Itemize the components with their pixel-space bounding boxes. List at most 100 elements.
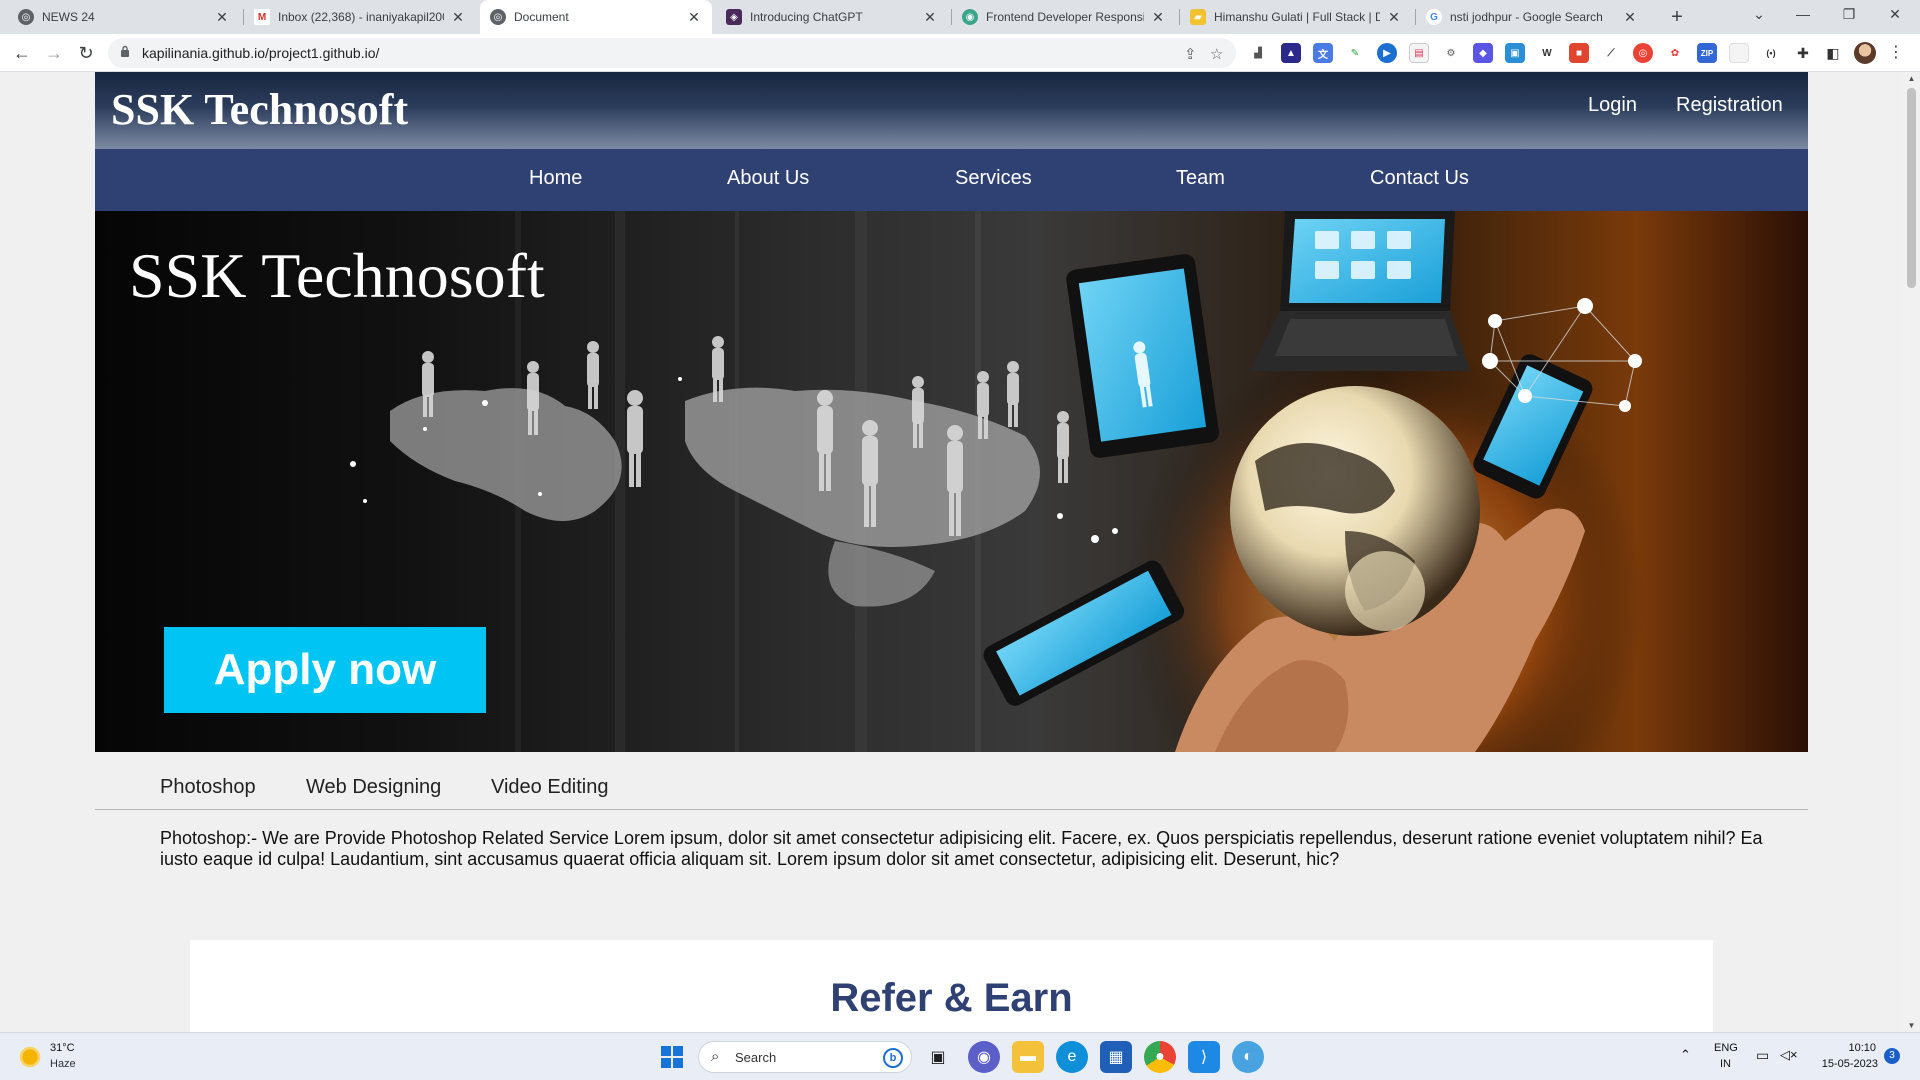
volume-muted-icon[interactable]: ◁× — [1780, 1047, 1798, 1063]
new-tab-button[interactable]: + — [1664, 4, 1690, 30]
address-bar[interactable]: kapilinania.github.io/project1.github.io… — [108, 38, 1236, 68]
service-description: Photoshop:- We are Provide Photoshop Rel… — [160, 828, 1763, 869]
taskbar-search-box[interactable]: ⌕ Search b — [698, 1041, 912, 1073]
tab-google-search[interactable]: G nsti jodhpur - Google Search ✕ — [1416, 0, 1648, 34]
back-arrow-icon[interactable]: ← — [8, 39, 36, 67]
profile-avatar[interactable] — [1854, 42, 1876, 64]
tab-title: Document — [514, 10, 569, 24]
tab-gmail[interactable]: M Inbox (22,368) - inaniyakapil200 ✕ — [244, 0, 476, 34]
close-tab-icon[interactable]: ✕ — [1622, 9, 1638, 26]
windows-taskbar: 31°C Haze ⌕ Search b ▣ ◉ ▬ e ▦ ● ⟩ ◐ ⌃ E… — [0, 1032, 1920, 1080]
tab-title: Inbox (22,368) - inaniyakapil200 — [278, 10, 444, 24]
tab-title: Frontend Developer Responsibi — [986, 10, 1144, 24]
clock-time[interactable]: 10:10 — [1822, 1042, 1876, 1054]
notes-extension-icon[interactable]: ▤ — [1409, 43, 1429, 63]
close-window-icon[interactable]: ✕ — [1872, 0, 1918, 30]
main-nav: Home About Us Services Team Contact Us — [95, 149, 1808, 211]
show-hidden-icons-chevron-icon[interactable]: ⌃ — [1680, 1047, 1691, 1063]
apply-now-button[interactable]: Apply now — [164, 627, 486, 713]
teams-chat-icon[interactable]: ◉ — [968, 1041, 1000, 1073]
close-tab-icon[interactable]: ✕ — [1386, 9, 1402, 26]
scrollbar-thumb[interactable] — [1907, 88, 1916, 288]
folder-icon: ▰ — [1190, 9, 1206, 25]
eyedropper-extension-icon[interactable]: ⟋ — [1601, 43, 1621, 63]
close-tab-icon[interactable]: ✕ — [922, 9, 938, 26]
window-extension-icon[interactable]: ▣ — [1505, 43, 1525, 63]
reload-icon[interactable]: ↻ — [72, 39, 100, 67]
puzzle-extensions-icon[interactable]: ✚ — [1793, 43, 1813, 63]
weather-condition[interactable]: Haze — [50, 1058, 76, 1070]
tab-title: Himanshu Gulati | Full Stack | Da — [1214, 10, 1380, 24]
close-tab-icon[interactable]: ✕ — [450, 9, 466, 26]
weather-haze-icon[interactable] — [18, 1045, 42, 1069]
bing-icon[interactable]: b — [883, 1048, 903, 1068]
tab-document[interactable]: ◎ Document ✕ — [480, 0, 712, 34]
page-scrollbar[interactable]: ▲ ▼ — [1903, 72, 1920, 1032]
scroll-up-arrow-icon[interactable]: ▲ — [1903, 74, 1920, 83]
tab-search-chevron-icon[interactable]: ⌄ — [1736, 0, 1782, 30]
chrome-icon[interactable]: ● — [1144, 1041, 1176, 1073]
zip-extension-icon[interactable]: ZIP — [1697, 43, 1717, 63]
edge-icon[interactable]: e — [1056, 1041, 1088, 1073]
tab-web-designing[interactable]: Web Designing — [306, 776, 441, 799]
brand-logo[interactable]: SSK Technosoft — [111, 84, 408, 135]
language-line2[interactable]: IN — [1720, 1058, 1731, 1070]
weather-temperature[interactable]: 31°C — [50, 1042, 75, 1054]
login-link[interactable]: Login — [1588, 94, 1637, 117]
menu-kebab-icon[interactable]: ⋮ — [1882, 39, 1910, 67]
translate-extension-icon[interactable]: 文 — [1313, 43, 1333, 63]
share-icon[interactable]: ⇪ — [1184, 45, 1197, 63]
tab-himanshu[interactable]: ▰ Himanshu Gulati | Full Stack | Da ✕ — [1180, 0, 1412, 34]
minimize-icon[interactable]: — — [1780, 0, 1826, 30]
nav-team[interactable]: Team — [1176, 167, 1225, 190]
blank-extension-icon[interactable] — [1729, 43, 1749, 63]
color-extension-icon[interactable]: ✎ — [1345, 43, 1365, 63]
settings-extension-icon[interactable]: ⚙ — [1441, 43, 1461, 63]
refer-earn-section: Refer & Earn — [190, 940, 1713, 1032]
lock-extension-icon[interactable]: ■ — [1569, 43, 1589, 63]
analytics-extension-icon[interactable]: ▟ — [1248, 43, 1268, 63]
microsoft-store-icon[interactable]: ▦ — [1100, 1041, 1132, 1073]
scroll-down-arrow-icon[interactable]: ▼ — [1903, 1021, 1920, 1030]
restore-icon[interactable]: ❐ — [1826, 0, 1872, 30]
hero-title: SSK Technosoft — [129, 240, 545, 311]
tab-title: NEWS 24 — [42, 10, 95, 24]
tab-frontend-dev[interactable]: ◉ Frontend Developer Responsibi ✕ — [952, 0, 1176, 34]
language-line1[interactable]: ENG — [1714, 1042, 1738, 1054]
nav-contact-us[interactable]: Contact Us — [1370, 167, 1469, 190]
wifi-extension-icon[interactable]: (•) — [1761, 43, 1781, 63]
clock-date[interactable]: 15-05-2023 — [1812, 1058, 1878, 1070]
colorful-extension-icon[interactable]: ✿ — [1665, 43, 1685, 63]
purple-extension-icon[interactable]: ◆ — [1473, 43, 1493, 63]
network-icon[interactable]: ▭ — [1756, 1047, 1769, 1064]
globe-icon: ◎ — [490, 9, 506, 25]
close-tab-icon[interactable]: ✕ — [1150, 9, 1166, 26]
close-tab-icon[interactable]: ✕ — [686, 9, 702, 26]
nav-home[interactable]: Home — [529, 167, 582, 190]
task-view-icon[interactable]: ▣ — [922, 1041, 954, 1073]
url-text: kapilinania.github.io/project1.github.io… — [142, 45, 380, 61]
browser-tab-strip: ◎ NEWS 24 ✕ M Inbox (22,368) - inaniyaka… — [0, 0, 1920, 34]
tab-news24[interactable]: ◎ NEWS 24 ✕ — [8, 0, 240, 34]
tab-photoshop[interactable]: Photoshop — [160, 776, 256, 799]
nav-about-us[interactable]: About Us — [727, 167, 809, 190]
graduation-cap-extension-icon[interactable]: ▲ — [1281, 43, 1301, 63]
circle-extension-icon[interactable]: ◎ — [1633, 43, 1653, 63]
registration-link[interactable]: Registration — [1676, 94, 1783, 117]
media-extension-icon[interactable]: ▶ — [1377, 43, 1397, 63]
close-tab-icon[interactable]: ✕ — [214, 9, 230, 26]
search-icon: ⌕ — [711, 1048, 720, 1065]
notification-badge[interactable]: 3 — [1884, 1048, 1900, 1064]
openai-icon: ◈ — [726, 9, 742, 25]
vscode-icon[interactable]: ⟩ — [1188, 1041, 1220, 1073]
tab-chatgpt[interactable]: ◈ Introducing ChatGPT ✕ — [716, 0, 948, 34]
nav-services[interactable]: Services — [955, 167, 1032, 190]
wordpress-extension-icon[interactable]: W — [1537, 43, 1557, 63]
file-explorer-icon[interactable]: ▬ — [1012, 1041, 1044, 1073]
windows-start-icon[interactable] — [656, 1041, 688, 1073]
forward-arrow-icon[interactable]: → — [40, 39, 68, 67]
bookmark-star-icon[interactable]: ☆ — [1210, 45, 1223, 63]
tab-video-editing[interactable]: Video Editing — [491, 776, 609, 799]
side-panel-icon[interactable]: ◧ — [1823, 43, 1843, 63]
app-icon[interactable]: ◐ — [1232, 1041, 1264, 1073]
